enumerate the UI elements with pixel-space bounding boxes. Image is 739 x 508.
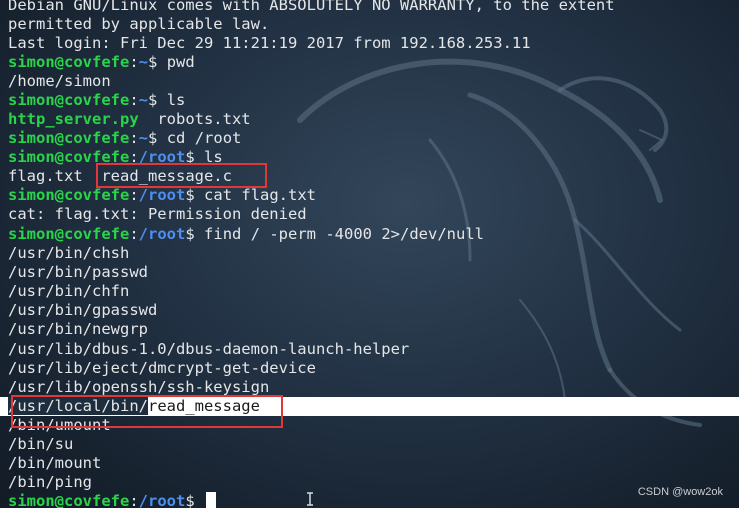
find-result: /usr/lib/eject/dmcrypt-get-device [8,359,316,377]
watermark: CSDN @wow2ok [637,486,723,498]
find-result: /usr/bin/gpasswd [8,301,158,319]
prompt-line: simon@covfefe:~$ ls [8,91,185,110]
prompt-separator: : [129,129,139,147]
terminal-window[interactable]: Debian GNU/Linux comes with ABSOLUTELY N… [0,0,739,508]
prompt-user: simon@covfefe [8,225,130,243]
error-line: cat: flag.txt: Permission denied [8,205,307,223]
prompt-line-current[interactable]: simon@covfefe:/root$ [8,492,217,508]
prompt-symbol: $ [185,186,195,204]
prompt-user: simon@covfefe [8,186,130,204]
prompt-user: simon@covfefe [8,91,130,109]
prompt-path: ~ [138,53,149,71]
prompt-path: ~ [138,91,149,109]
prompt-user: simon@covfefe [8,53,130,71]
prompt-line: simon@covfefe:~$ cd /root [8,129,241,148]
text-cursor-icon [307,492,313,506]
output-line: /home/simon [8,72,111,90]
annotation-box-read-message-c [96,163,267,188]
intro-line: permitted by applicable law. [8,15,270,33]
prompt-separator: : [129,225,139,243]
prompt-separator: : [129,492,139,508]
file-name: robots.txt [138,110,251,128]
prompt-separator: : [129,186,139,204]
prompt-symbol: $ [185,225,195,243]
prompt-path: /root [138,186,186,204]
annotation-box-read-message-binary [11,395,283,428]
prompt-separator: : [129,53,139,71]
output-line: http_server.py robots.txt [8,110,251,129]
find-result: /bin/su [8,435,74,453]
command-text: pwd [166,53,195,71]
find-result: /usr/lib/dbus-1.0/dbus-daemon-launch-hel… [8,340,410,358]
executable-file: http_server.py [8,110,139,128]
prompt-separator: : [129,91,139,109]
intro-line: Debian GNU/Linux comes with ABSOLUTELY N… [8,0,615,14]
command-text: find / -perm -4000 2>/dev/null [204,225,484,243]
prompt-path: ~ [138,129,149,147]
prompt-path: /root [138,492,186,508]
prompt-path: /root [138,225,186,243]
find-result: /usr/bin/chsh [8,244,130,262]
command-text: cd /root [166,129,242,147]
prompt-symbol: $ [148,129,158,147]
command-text: cat flag.txt [204,186,317,204]
find-result: /usr/bin/chfn [8,282,130,300]
find-result: /bin/mount [8,454,102,472]
prompt-user: simon@covfefe [8,129,130,147]
find-result: /usr/bin/newgrp [8,320,148,338]
last-login-line: Last login: Fri Dec 29 11:21:19 2017 fro… [8,34,531,52]
prompt-line: simon@covfefe:~$ pwd [8,53,195,72]
terminal-cursor [206,492,217,508]
file-name: flag.txt [8,167,102,185]
prompt-symbol: $ [148,53,158,71]
prompt-user: simon@covfefe [8,492,130,508]
find-result: /usr/bin/passwd [8,263,148,281]
prompt-symbol: $ [185,492,195,508]
prompt-symbol: $ [148,91,158,109]
prompt-line: simon@covfefe:/root$ find / -perm -4000 … [8,225,484,244]
find-result: /bin/ping [8,473,92,491]
prompt-line: simon@covfefe:/root$ cat flag.txt [8,186,316,205]
command-text: ls [166,91,186,109]
